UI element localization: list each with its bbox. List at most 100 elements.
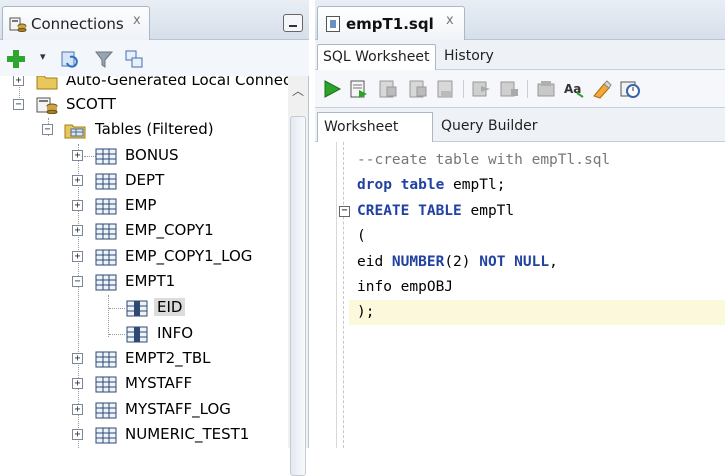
expand-icon[interactable]: + — [72, 251, 83, 262]
code-line-6: info empOBJ — [357, 279, 454, 295]
tree-item-tables-filtered[interactable]: − Tables (Filtered) — [0, 118, 288, 143]
tab-worksheet[interactable]: Worksheet — [317, 112, 433, 142]
expand-icon[interactable]: + — [72, 150, 83, 161]
tree-item-table-empt1[interactable]: − EMPT1 — [0, 270, 288, 295]
table-name: BONUS — [125, 146, 179, 164]
code-line-4: ( — [357, 228, 366, 244]
table-name: EMP_COPY1 — [125, 221, 214, 239]
explain-plan-icon[interactable] — [407, 79, 429, 99]
line-gutter — [315, 142, 337, 448]
tab-query-builder[interactable]: Query Builder — [441, 118, 538, 134]
database-connection-icon — [36, 97, 58, 114]
to-upper-lower-icon[interactable]: Aa — [563, 79, 585, 99]
connections-toolbar: ▾ — [0, 40, 309, 76]
code-line-1: --create table with empTl.sql — [357, 152, 611, 168]
filter-icon[interactable] — [94, 49, 114, 69]
tree-item-label: Tables (Filtered) — [95, 120, 214, 138]
column-name: INFO — [157, 324, 194, 342]
sql-keyword: CREATE TABLE — [357, 203, 462, 219]
expand-icon[interactable]: + — [72, 429, 83, 440]
unshared-sql-icon[interactable] — [535, 79, 557, 99]
worksheet-tabs: Worksheet Query Builder — [315, 108, 725, 142]
table-name: NUMERIC_TEST1 — [125, 425, 250, 443]
run-statement-icon[interactable] — [321, 79, 343, 99]
scrollbar-thumb[interactable] — [290, 116, 306, 476]
expand-icon[interactable]: + — [72, 378, 83, 389]
chevron-down-icon[interactable]: ▾ — [40, 50, 46, 63]
tree-item-table[interactable]: + MYSTAFF — [0, 372, 288, 397]
file-tab-empt1[interactable]: empT1.sql x — [317, 6, 465, 40]
column-icon — [126, 326, 148, 343]
autotrace-icon[interactable] — [377, 79, 399, 99]
sql-tuning-icon[interactable] — [435, 79, 457, 99]
file-tab-label: empT1.sql — [346, 15, 434, 33]
sql-file-icon — [326, 16, 340, 32]
plus-icon[interactable] — [6, 49, 26, 69]
tab-sql-worksheet[interactable]: SQL Worksheet — [317, 44, 436, 70]
sql-editor[interactable]: − --create table with empTl.sql drop tab… — [315, 142, 725, 448]
expand-icon[interactable]: + — [13, 76, 24, 86]
rollback-icon[interactable] — [499, 79, 521, 99]
table-name: MYSTAFF — [125, 374, 193, 392]
connections-panel: Connections x ▾ + Auto-Generated Local C… — [0, 0, 309, 476]
table-name: DEPT — [125, 171, 165, 189]
code-line-2: drop table empTl; — [357, 177, 506, 193]
connections-tabbar: Connections x — [0, 0, 309, 40]
fold-guide — [343, 142, 344, 448]
clear-icon[interactable] — [591, 79, 613, 99]
close-icon[interactable]: x — [446, 13, 454, 28]
code-line-5: eid NUMBER(2) NOT NULL, — [357, 254, 558, 270]
collapse-icon[interactable]: − — [72, 276, 83, 287]
table-name: EMP — [125, 196, 157, 214]
refresh-icon[interactable] — [60, 49, 80, 69]
tree-item-scott[interactable]: − SCOTT — [0, 93, 288, 118]
tree-item-table[interactable]: + NUMERIC_TEST1 — [0, 423, 288, 448]
table-icon — [95, 274, 117, 291]
tree-item-table[interactable]: + EMP_COPY1 — [0, 219, 288, 244]
tree-item-table[interactable]: + EMP — [0, 194, 288, 219]
connections-icon — [9, 17, 27, 32]
expand-icon[interactable]: + — [72, 404, 83, 415]
table-icon — [95, 173, 117, 190]
scroll-up-icon[interactable]: ︿ — [292, 82, 304, 99]
fold-toggle-icon[interactable]: − — [339, 206, 350, 217]
schema-browser-icon[interactable] — [124, 49, 144, 69]
tree-item-table[interactable]: + DEPT — [0, 169, 288, 194]
close-icon[interactable]: x — [133, 13, 141, 28]
editor-subtabs: SQL Worksheet History — [315, 40, 725, 70]
column-name: EID — [154, 298, 186, 316]
worksheet-toolbar: Aa — [315, 70, 725, 108]
table-name: EMPT2_TBL — [125, 349, 211, 367]
tree-item-table[interactable]: + BONUS — [0, 144, 288, 169]
tree-item-column-eid[interactable]: EID — [0, 296, 288, 321]
tree-item-table[interactable]: + EMPT2_TBL — [0, 347, 288, 372]
tables-folder-icon — [64, 124, 86, 139]
connections-tab[interactable]: Connections x — [2, 6, 150, 40]
collapse-icon[interactable]: − — [13, 99, 24, 110]
tree-item-label: SCOTT — [66, 95, 116, 113]
history-icon[interactable] — [619, 79, 641, 99]
minimize-button[interactable] — [283, 14, 303, 32]
editor-panel: empT1.sql x SQL Worksheet History Aa Wor… — [315, 0, 725, 448]
tab-history[interactable]: History — [439, 44, 499, 70]
expand-icon[interactable]: + — [72, 225, 83, 236]
tree-scrollbar[interactable]: ︿ — [288, 76, 308, 476]
table-icon — [95, 148, 117, 165]
connections-tab-label: Connections — [31, 15, 124, 33]
table-icon — [95, 198, 117, 215]
collapse-icon[interactable]: − — [42, 124, 53, 135]
code-line-3: CREATE TABLE empTl — [357, 203, 515, 219]
table-name: EMP_COPY1_LOG — [125, 247, 253, 265]
toolbar-separator — [463, 80, 464, 98]
expand-icon[interactable]: + — [72, 175, 83, 186]
tree-item-table[interactable]: + EMP_COPY1_LOG — [0, 245, 288, 270]
table-name: EMPT1 — [125, 272, 176, 290]
tree-item-table[interactable]: + MYSTAFF_LOG — [0, 398, 288, 423]
run-script-icon[interactable] — [348, 79, 370, 99]
tree-item-auto-generated[interactable]: + Auto-Generated Local Connect — [0, 76, 288, 94]
tree-item-column-info[interactable]: INFO — [0, 322, 288, 347]
commit-icon[interactable] — [471, 79, 493, 99]
expand-icon[interactable]: + — [72, 200, 83, 211]
table-icon — [95, 427, 117, 444]
expand-icon[interactable]: + — [72, 353, 83, 364]
